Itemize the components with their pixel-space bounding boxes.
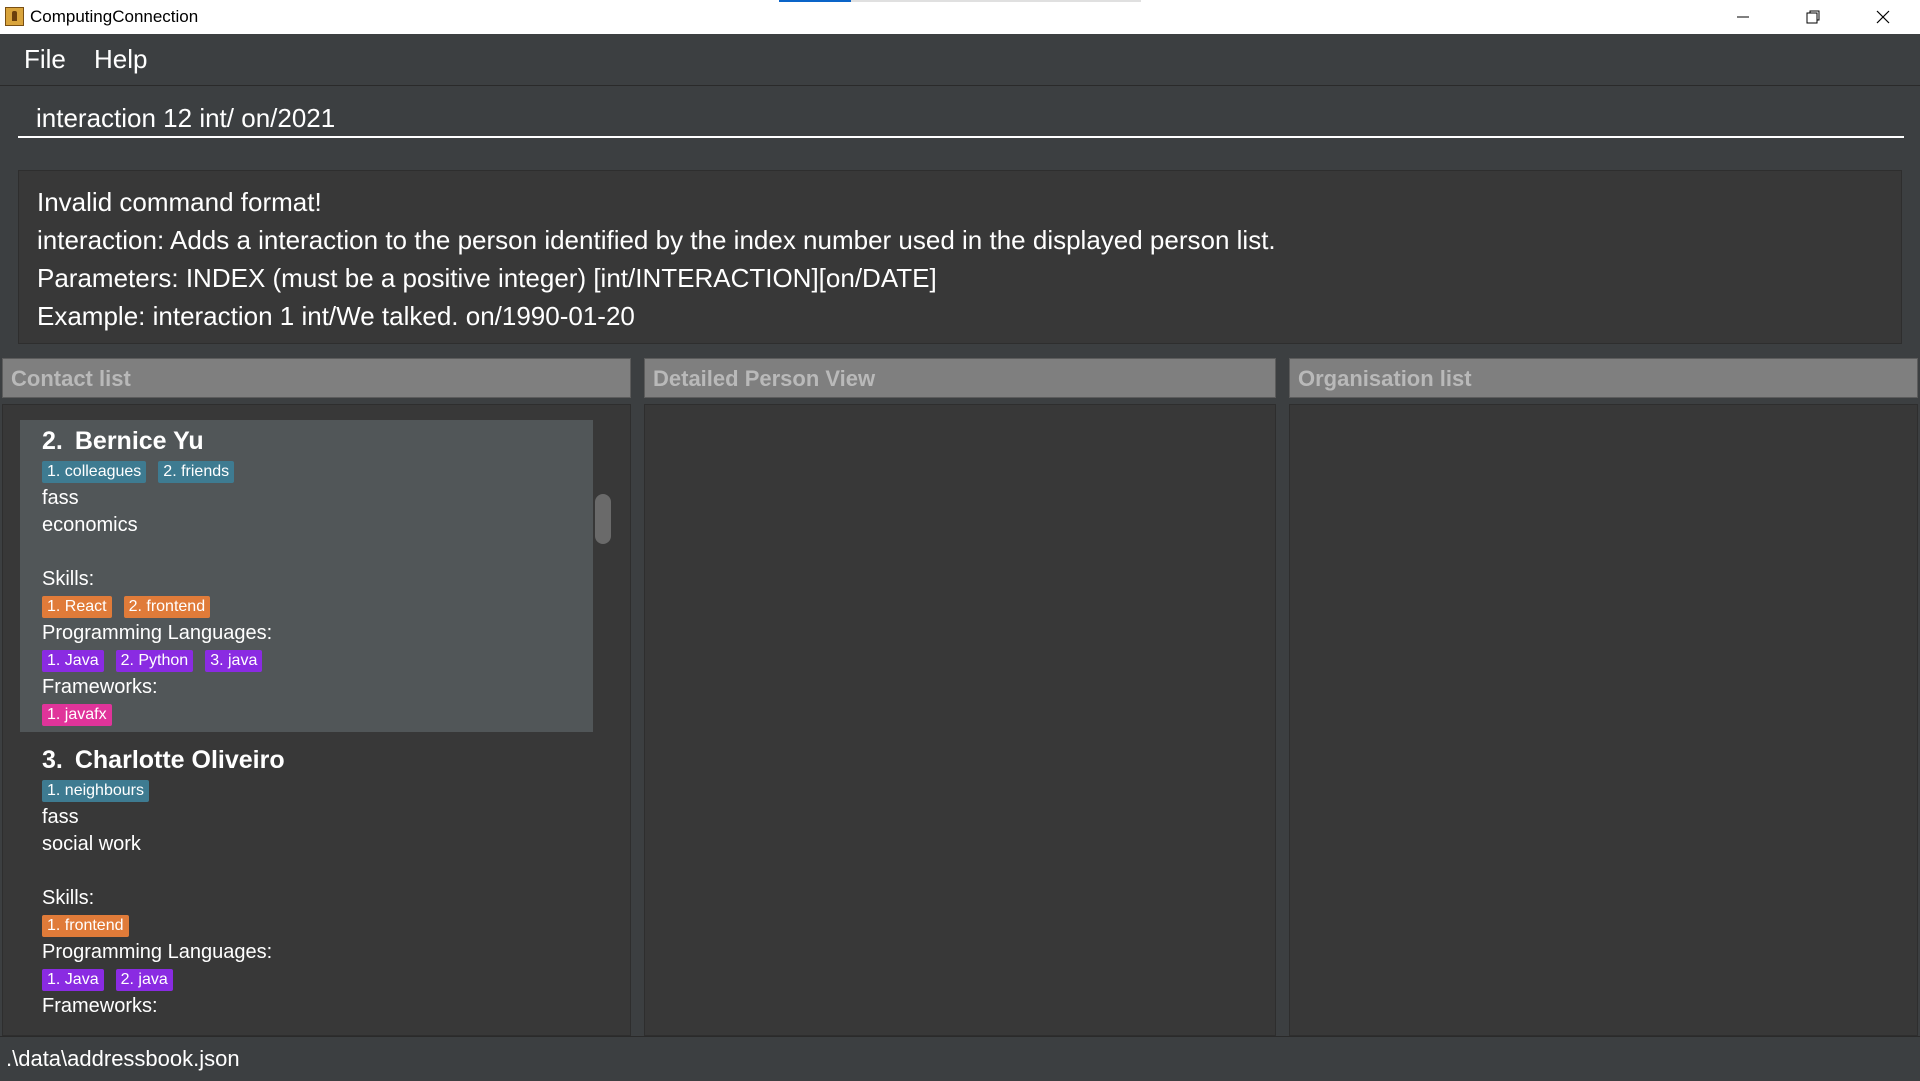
restore-icon	[1806, 10, 1820, 24]
result-line: Invalid command format!	[37, 187, 322, 217]
group-tags: 1. colleagues 2. friends	[42, 458, 593, 485]
frameworks-label: Frameworks:	[42, 995, 158, 1017]
result-line: Parameters: INDEX (must be a positive in…	[37, 263, 937, 293]
close-button[interactable]	[1848, 0, 1918, 34]
status-bar: .\data\addressbook.json	[0, 1036, 1920, 1081]
restore-button[interactable]	[1778, 0, 1848, 34]
organisation-list-panel	[1289, 404, 1918, 1036]
frameworks-label: Frameworks:	[42, 676, 158, 698]
menu-help[interactable]: Help	[94, 44, 147, 75]
language-tag: 2. java	[115, 968, 173, 991]
skills-label: Skills:	[42, 887, 95, 909]
person-faculty: fass	[42, 487, 79, 509]
menu-bar: File Help	[0, 34, 1920, 86]
person-index: 3.	[42, 746, 63, 774]
save-location: .\data\addressbook.json	[6, 1046, 240, 1071]
detailed-view-panel	[644, 404, 1276, 1036]
result-line: Example: interaction 1 int/We talked. on…	[37, 301, 635, 331]
language-tag: 2. Python	[115, 649, 194, 672]
skill-tags: 1. frontend	[42, 912, 593, 939]
person-card[interactable]: 2. Bernice Yu 1. colleagues 2. friends fa…	[20, 420, 593, 732]
person-name-row: 3. Charlotte Oliveiro	[42, 743, 593, 777]
language-tag: 1. Java	[42, 968, 104, 991]
app-icon	[5, 7, 24, 26]
person-name: Charlotte Oliveiro	[74, 746, 285, 774]
window-title: ComputingConnection	[30, 7, 199, 26]
taskbar-indicator-track	[851, 0, 1141, 2]
skill-tag: 2. frontend	[123, 595, 211, 618]
language-tags: 1. Java 2. java	[42, 966, 593, 993]
result-display: Invalid command format! interaction: Add…	[18, 170, 1902, 344]
framework-tag: 1. javafx	[42, 703, 112, 726]
contact-list: 2. Bernice Yu 1. colleagues 2. friends fa…	[20, 420, 593, 1020]
detailed-view-header: Detailed Person View	[644, 358, 1276, 398]
minimize-icon	[1737, 16, 1749, 18]
taskbar-indicator	[779, 0, 851, 2]
menu-file[interactable]: File	[24, 44, 66, 75]
language-tag: 1. Java	[42, 649, 104, 672]
person-major: economics	[42, 514, 138, 536]
person-index: 2.	[42, 427, 63, 455]
close-icon	[1876, 10, 1890, 24]
person-faculty: fass	[42, 806, 79, 828]
person-name: Bernice Yu	[74, 427, 204, 455]
group-tag: 2. friends	[158, 460, 235, 483]
minimize-button[interactable]	[1708, 0, 1778, 34]
command-input[interactable]	[18, 100, 1904, 138]
contact-list-header: Contact list	[2, 358, 631, 398]
person-name-row: 2. Bernice Yu	[42, 424, 593, 458]
group-tag: 1. colleagues	[42, 460, 147, 483]
languages-label: Programming Languages:	[42, 622, 273, 644]
person-major: social work	[42, 833, 141, 855]
languages-label: Programming Languages:	[42, 941, 273, 963]
split-divider[interactable]	[631, 358, 643, 1036]
group-tag: 1. neighbours	[42, 779, 149, 802]
language-tag: 3. java	[205, 649, 263, 672]
skill-tags: 1. React 2. frontend	[42, 593, 593, 620]
result-line: interaction: Adds a interaction to the p…	[37, 225, 1276, 255]
title-bar: ComputingConnection	[0, 0, 1920, 34]
skills-label: Skills:	[42, 568, 95, 590]
split-divider[interactable]	[1276, 358, 1288, 1036]
organisation-list-header: Organisation list	[1289, 358, 1918, 398]
person-card[interactable]: 3. Charlotte Oliveiro 1. neighbours fass …	[20, 739, 593, 1020]
command-box	[0, 86, 1920, 158]
framework-tags: 1. javafx	[42, 701, 593, 728]
skill-tag: 1. React	[42, 595, 112, 618]
group-tags: 1. neighbours	[42, 777, 593, 804]
scrollbar-thumb[interactable]	[595, 494, 611, 544]
language-tags: 1. Java 2. Python 3. java	[42, 647, 593, 674]
result-display-container: Invalid command format! interaction: Add…	[0, 160, 1920, 352]
skill-tag: 1. frontend	[42, 914, 129, 937]
